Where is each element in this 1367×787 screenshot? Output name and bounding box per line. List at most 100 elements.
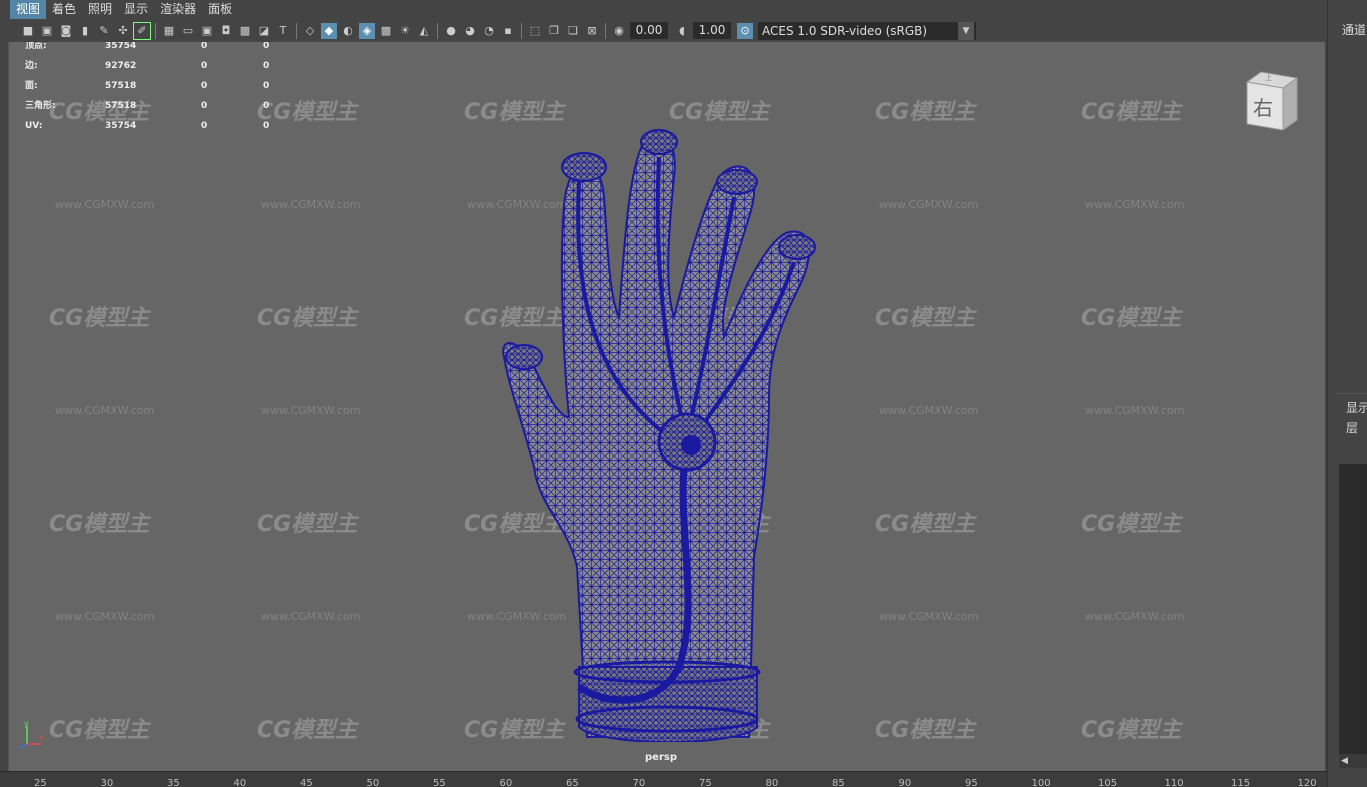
watermark-url: www.CGMXW.com — [55, 404, 155, 417]
smooth-shade-icon[interactable]: ◆ — [321, 22, 337, 39]
safe-title-icon[interactable]: T — [275, 23, 291, 39]
xray-icon[interactable]: ❐ — [546, 23, 562, 39]
watermark-url: www.CGMXW.com — [879, 404, 979, 417]
watermark-logo: CG模型主 — [49, 512, 150, 537]
time-slider[interactable]: 25 30 35 40 45 50 55 60 65 70 75 80 85 90 95 100 105 110 1… — [0, 771, 1327, 787]
watermark-logo: CG模型主 — [1081, 718, 1182, 743]
glove-model[interactable] — [479, 87, 829, 742]
viewport-menu-bar: 视图 着色 照明 显示 渲染器 面板 — [0, 0, 1327, 19]
menu-panels[interactable]: 面板 — [202, 0, 238, 19]
textured-icon[interactable]: ▩ — [378, 23, 394, 39]
hud-value: 0 — [263, 121, 270, 131]
hud-value: 0 — [201, 101, 208, 111]
film-gate-icon[interactable]: ▭ — [180, 23, 196, 39]
hud-label: 边: — [25, 61, 38, 71]
horizontal-scrollbar[interactable]: ◀ — [1339, 754, 1367, 768]
frame-tick-label: 95 — [965, 778, 978, 787]
layer-list[interactable] — [1339, 464, 1367, 754]
hud-label: 顶点: — [25, 42, 47, 51]
colorspace-value: ACES 1.0 SDR-video (sRGB) — [762, 23, 928, 38]
isolate-select-icon[interactable]: ⬚ — [527, 23, 543, 39]
tab-channels[interactable]: 通道 — [1342, 21, 1366, 38]
channel-box-panel: 通道 显示 层 ◀ — [1327, 0, 1367, 787]
field-chart-icon[interactable]: ▩ — [237, 23, 253, 39]
hud-value: 57518 — [105, 81, 137, 91]
xray-active-icon[interactable]: ❏ — [565, 23, 581, 39]
exposure-field[interactable]: 0.00 — [630, 22, 668, 39]
safe-action-icon[interactable]: ◪ — [256, 23, 272, 39]
layer-editor: 显示 层 ◀ — [1336, 393, 1367, 773]
use-all-lights-icon[interactable]: ☀ — [397, 23, 413, 39]
hud-row-uvs: UV: 35754 0 0 — [25, 122, 283, 142]
hud-row-faces: 面: 57518 0 0 — [25, 82, 283, 102]
viewcube-face-label: 右 — [1253, 96, 1273, 120]
colorspace-dropdown[interactable]: ACES 1.0 SDR-video (sRGB) ▼ — [758, 21, 976, 40]
default-material-icon[interactable]: ◐ — [340, 23, 356, 39]
menu-renderer[interactable]: 渲染器 — [154, 0, 202, 19]
hud-row-triangles: 三角形: 57518 0 0 — [25, 102, 283, 122]
frame-tick-label: 40 — [233, 778, 247, 787]
frame-tick-label: 55 — [433, 778, 446, 787]
grease-pencil-icon[interactable]: ✐ — [133, 21, 151, 40]
resolution-gate-icon[interactable]: ▣ — [199, 23, 215, 39]
chevron-down-icon[interactable]: ▼ — [958, 21, 974, 40]
hud-value: 92762 — [105, 61, 137, 71]
watermark-logo: CG模型主 — [49, 718, 150, 743]
axis-gizmo-icon: y x — [18, 719, 44, 749]
multisample-aa-icon[interactable]: ◔ — [481, 23, 497, 39]
frame-tick-label: 110 — [1164, 778, 1184, 787]
gamma-field[interactable]: 1.00 — [693, 22, 731, 39]
frame-tick-label: 75 — [699, 778, 712, 787]
menu-view[interactable]: 视图 — [10, 0, 47, 19]
watermark-url: www.CGMXW.com — [261, 198, 361, 211]
image-plane-icon[interactable]: ✎ — [96, 23, 112, 39]
watermark-url: www.CGMXW.com — [55, 610, 155, 623]
watermark-logo: CG模型主 — [49, 306, 150, 331]
watermark-url: www.CGMXW.com — [1085, 404, 1185, 417]
screen-space-ao-icon[interactable]: ● — [443, 23, 459, 39]
perspective-viewport[interactable]: CG模型主 CG模型主 CG模型主 CG模型主 CG模型主 CG模型主 CG模型… — [8, 42, 1325, 771]
frame-tick-label: 105 — [1098, 778, 1118, 787]
hud-label: 面: — [25, 81, 38, 91]
scroll-left-icon[interactable]: ◀ — [1341, 756, 1348, 766]
watermark-url: www.CGMXW.com — [261, 610, 361, 623]
hud-value: 0 — [201, 121, 208, 131]
wireframe-icon[interactable]: ◇ — [302, 23, 318, 39]
grid-icon[interactable]: ▦ — [161, 23, 177, 39]
frame-tick-label: 85 — [832, 778, 845, 787]
frame-tick-label: 45 — [300, 778, 313, 787]
frame-tick-label: 25 — [34, 778, 47, 787]
bookmark-icon[interactable]: ◙ — [58, 23, 74, 39]
menu-show[interactable]: 显示 — [118, 0, 154, 19]
view-cube[interactable]: 上 右 — [1241, 70, 1299, 132]
camera-attr-icon[interactable]: ▣ — [39, 23, 55, 39]
hud-value: 0 — [263, 42, 270, 51]
gate-mask-icon[interactable]: ◘ — [218, 23, 234, 39]
tab-layers[interactable]: 层 — [1346, 419, 1358, 436]
frame-tick-label: 100 — [1031, 778, 1051, 787]
tab-display[interactable]: 显示 — [1346, 399, 1367, 416]
depth-of-field-icon[interactable]: ▪ — [500, 23, 516, 39]
menu-shading[interactable]: 着色 — [46, 0, 82, 19]
camera-move-icon[interactable]: ▮ — [77, 23, 93, 39]
frame-tick-label: 70 — [632, 778, 646, 787]
watermark-logo: CG模型主 — [1081, 306, 1182, 331]
colorspace-icon[interactable]: ⊙ — [737, 22, 753, 39]
xray-joints-icon[interactable]: ⊠ — [584, 23, 600, 39]
frame-tick-label: 115 — [1231, 778, 1251, 787]
hud-value: 35754 — [105, 42, 137, 51]
camera-icon[interactable]: ■ — [20, 23, 36, 39]
shadows-icon[interactable]: ◭ — [416, 23, 432, 39]
menu-lighting[interactable]: 照明 — [82, 0, 118, 19]
wireframe-on-shaded-icon[interactable]: ◈ — [359, 22, 375, 39]
motion-blur-icon[interactable]: ◕ — [462, 23, 478, 39]
watermark-url: www.CGMXW.com — [1085, 610, 1185, 623]
exposure-icon[interactable]: ◉ — [611, 23, 627, 39]
gamma-icon[interactable]: ◖ — [674, 23, 690, 39]
hud-value: 0 — [263, 101, 270, 111]
axis-x-label: x — [39, 733, 44, 742]
hud-value: 57518 — [105, 101, 137, 111]
camera-move-icon[interactable]: ✣ — [115, 23, 131, 39]
watermark-url: www.CGMXW.com — [55, 198, 155, 211]
toolbar-separator — [437, 22, 438, 39]
